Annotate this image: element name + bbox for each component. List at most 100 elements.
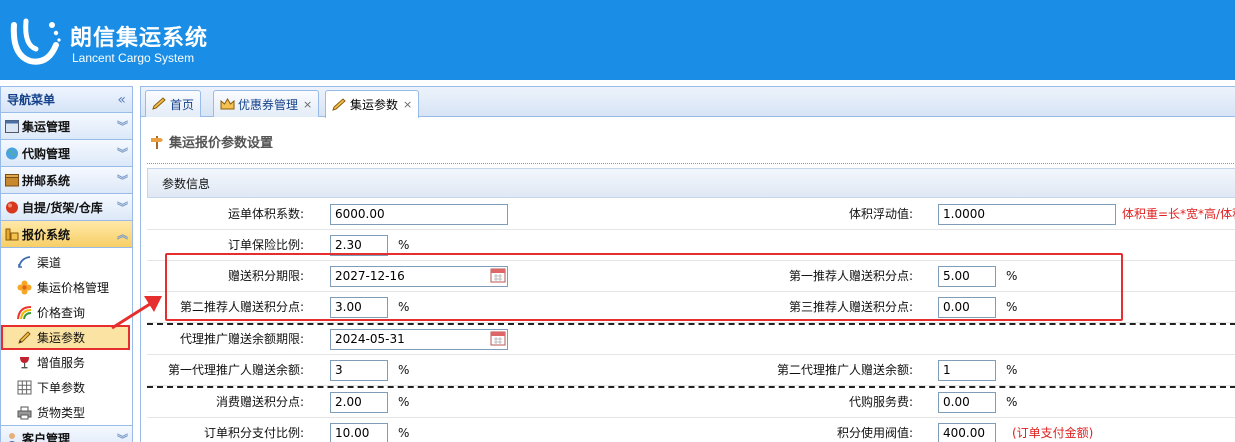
percent-unit: %	[1006, 395, 1018, 409]
annotation-highlight-box	[165, 253, 1123, 321]
form-row: 第一代理推广人赠送余额: 3 % 第二代理推广人赠送余额: 1 %	[147, 355, 1235, 386]
brand-title: 朗信集运系统	[70, 26, 209, 51]
channel-icon	[18, 256, 31, 268]
sidebar-item-order-params[interactable]: 下单参数	[1, 375, 132, 400]
agent-expiry-label: 代理推广赠送余额期限:	[179, 332, 304, 346]
printer-icon	[17, 406, 32, 420]
section-title: 集运报价参数设置	[149, 132, 273, 151]
section-title-text: 集运报价参数设置	[169, 136, 274, 151]
box-icon	[5, 173, 19, 186]
pencil-icon	[332, 97, 346, 111]
sidebar-items: 渠道 集运价格管理 价格查询 集运参数 增值服务 下单参数 货物类型	[1, 248, 132, 425]
volume-coef-input[interactable]: 6000.00	[330, 204, 508, 225]
tab-coupon-manage[interactable]: 优惠券管理 ×	[213, 90, 320, 117]
agent1-input[interactable]: 3	[330, 360, 388, 381]
sidebar-group-quote[interactable]: 报价系统 ︽	[1, 221, 132, 248]
annotation-arrow-icon	[111, 296, 162, 330]
chevron-up-icon: ︽	[117, 228, 128, 241]
calendar-icon[interactable]	[490, 330, 506, 346]
consume-points-label: 消费赠送积分点:	[215, 395, 304, 409]
chevron-down-icon: ︾	[117, 147, 128, 160]
close-icon[interactable]: ×	[403, 98, 412, 111]
collapse-sidebar-icon[interactable]: «	[117, 92, 126, 108]
sidebar-item-label: 货物类型	[37, 406, 86, 420]
sidebar-item-label: 渠道	[37, 256, 62, 270]
tab-label: 优惠券管理	[238, 97, 299, 112]
points-pay-input[interactable]: 10.00	[330, 423, 388, 442]
tab-cargo-params[interactable]: 集运参数 ×	[325, 90, 420, 118]
sidebar-group-customer[interactable]: 客户管理 ︾	[1, 425, 132, 442]
sidebar-group-label: 报价系统	[22, 227, 71, 242]
sidebar-item-label: 集运价格管理	[37, 281, 110, 295]
tab-home[interactable]: 首页	[145, 90, 202, 117]
points-threshold-label: 积分使用阀值:	[836, 426, 913, 440]
tab-bar: 首页 优惠券管理 × 集运参数 ×	[141, 87, 1235, 118]
pencil-icon	[18, 331, 31, 344]
volume-coef-label: 运单体积系数:	[227, 207, 304, 221]
chevron-down-icon: ︾	[117, 120, 128, 133]
volume-float-input[interactable]: 1.0000	[938, 204, 1116, 225]
percent-unit: %	[398, 363, 410, 377]
form-row: 运单体积系数: 6000.00 体积浮动值: 1.0000 体积重=长*宽*高/…	[147, 199, 1235, 230]
points-threshold-hint: (订单支付金额)	[1012, 426, 1094, 440]
grid-icon	[17, 380, 32, 395]
agent1-label: 第一代理推广人赠送余额:	[167, 363, 304, 377]
close-icon[interactable]: ×	[303, 98, 312, 111]
navigation-sidebar: 导航菜单 « 集运管理 ︾ 代购管理 ︾ 拼邮系统 ︾ 自提/货架/仓库 ︾ 报…	[0, 86, 133, 442]
user-icon	[9, 433, 15, 442]
sidebar-group-pickup[interactable]: 自提/货架/仓库 ︾	[1, 194, 132, 221]
agent-expiry-date-input[interactable]: 2024-05-31	[330, 329, 508, 350]
wine-glass-icon	[20, 357, 29, 369]
chevron-down-icon: ︾	[117, 201, 128, 214]
globe-icon	[6, 147, 18, 159]
form-row: 订单积分支付比例: 10.00 % 积分使用阀值: 400.00 (订单支付金额…	[147, 418, 1235, 442]
agent2-label: 第二代理推广人赠送余额:	[776, 363, 913, 377]
brand-logo-icon	[10, 18, 61, 65]
sidebar-group-label: 自提/货架/仓库	[22, 200, 103, 215]
percent-unit: %	[398, 426, 410, 440]
window-icon	[5, 119, 19, 133]
tab-label: 集运参数	[350, 98, 399, 112]
chevron-down-icon: ︾	[117, 174, 128, 187]
volume-float-label: 体积浮动值:	[848, 207, 913, 221]
points-pay-label: 订单积分支付比例:	[203, 426, 304, 440]
sidebar-item-value-added[interactable]: 增值服务	[1, 350, 132, 375]
sidebar-item-channel[interactable]: 渠道	[1, 250, 132, 275]
volume-formula-hint: 体积重=长*宽*高/体积	[1122, 207, 1235, 221]
sidebar-group-label: 客户管理	[22, 432, 71, 442]
app-window: 朗信集运系统 Lancent Cargo System 导航菜单 « 集运管理 …	[0, 0, 1235, 442]
consume-points-input[interactable]: 2.00	[330, 392, 388, 413]
points-threshold-input[interactable]: 400.00	[938, 423, 996, 442]
sidebar-title: 导航菜单	[7, 93, 56, 107]
purchase-fee-label: 代购服务费:	[848, 395, 913, 409]
sidebar-group-purchase[interactable]: 代购管理 ︾	[1, 140, 132, 167]
sidebar-header: 导航菜单 «	[1, 87, 132, 113]
red-circle-icon	[6, 201, 18, 213]
purchase-fee-input[interactable]: 0.00	[938, 392, 996, 413]
sidebar-group-cargo[interactable]: 集运管理 ︾	[1, 113, 132, 140]
top-header: 朗信集运系统 Lancent Cargo System	[0, 0, 1235, 80]
brand-subtitle: Lancent Cargo System	[72, 51, 195, 65]
sidebar-group-label: 代购管理	[22, 146, 71, 161]
params-header: 参数信息	[147, 168, 1235, 198]
chevron-down-icon: ︾	[117, 432, 128, 442]
sidebar-group-consolidate[interactable]: 拼邮系统 ︾	[1, 167, 132, 194]
section-divider	[147, 163, 1235, 164]
percent-unit: %	[1006, 363, 1018, 377]
coins-icon	[5, 228, 19, 240]
form-row: 消费赠送积分点: 2.00 % 代购服务费: 0.00 %	[147, 387, 1235, 418]
sidebar-item-label: 价格查询	[37, 306, 86, 320]
sidebar-item-label: 下单参数	[37, 381, 86, 395]
sidebar-item-label: 集运参数	[37, 331, 86, 345]
pencil-icon	[152, 97, 166, 110]
rainbow-icon	[17, 306, 32, 320]
sidebar-item-goods-type[interactable]: 货物类型	[1, 400, 132, 425]
agent2-input[interactable]: 1	[938, 360, 996, 381]
sidebar-item-label: 增值服务	[37, 356, 86, 370]
tab-label: 首页	[170, 97, 195, 112]
sidebar-group-label: 拼邮系统	[22, 173, 71, 188]
sidebar-group-label: 集运管理	[22, 119, 71, 134]
percent-unit: %	[398, 395, 410, 409]
crown-icon	[220, 98, 235, 110]
form-row: 代理推广赠送余额期限: 2024-05-31	[147, 324, 1235, 355]
